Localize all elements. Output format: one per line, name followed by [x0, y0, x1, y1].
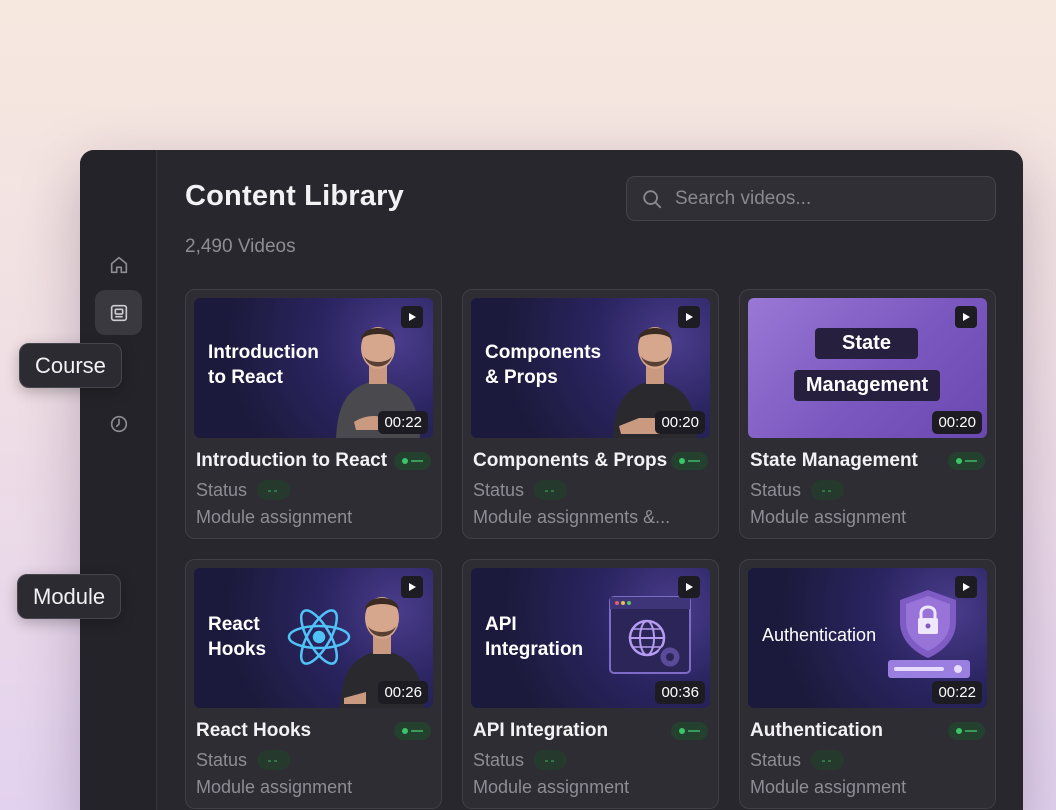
video-card[interactable]: Authentication 00:22 Authentication Stat…: [739, 559, 996, 809]
play-icon[interactable]: [401, 576, 423, 598]
status-toggle[interactable]: [671, 452, 708, 470]
video-thumbnail[interactable]: React Hooks 00:26: [194, 568, 433, 708]
page-title: Content Library: [185, 180, 404, 212]
content-library-window: Content Library 2,490 Videos Introductio…: [80, 150, 1023, 810]
status-toggle[interactable]: [948, 452, 985, 470]
sidebar-item-module[interactable]: [95, 401, 142, 446]
home-icon: [110, 256, 127, 273]
status-label: Status: [196, 480, 248, 500]
video-title[interactable]: Components & Props: [473, 450, 667, 472]
video-duration: 00:36: [655, 681, 705, 704]
video-duration: 00:20: [655, 411, 705, 434]
thumbnail-title-line: State: [815, 328, 918, 359]
status-toggle[interactable]: [948, 722, 985, 740]
status-badge: --: [257, 750, 290, 770]
video-duration: 00:22: [378, 411, 428, 434]
clock-icon: [110, 415, 127, 432]
search-icon: [643, 189, 662, 208]
play-icon[interactable]: [955, 576, 977, 598]
course-icon: [110, 304, 127, 321]
thumbnail-title: React Hooks: [208, 614, 267, 660]
status-badge: --: [534, 750, 567, 770]
thumbnail-title: API Integration: [485, 614, 584, 660]
video-thumbnail[interactable]: API Integration 00:36: [471, 568, 710, 708]
search-input[interactable]: [675, 187, 975, 210]
video-count: 2,490 Videos: [185, 236, 296, 257]
video-card[interactable]: Introduction to React 00:22 Introduction …: [185, 289, 442, 539]
status-label: Status: [750, 750, 802, 770]
tooltip-module: Module: [17, 574, 122, 619]
thumbnail-title: Introduction to React: [208, 342, 319, 388]
video-card[interactable]: API Integration 00:36 API Integration Sta…: [462, 559, 719, 809]
status-toggle[interactable]: [394, 452, 431, 470]
video-thumbnail[interactable]: Authentication 00:22: [748, 568, 987, 708]
status-badge: --: [811, 750, 844, 770]
sidebar-rail: [80, 150, 157, 810]
video-title[interactable]: Introduction to React: [196, 450, 387, 472]
video-title[interactable]: React Hooks: [196, 720, 311, 742]
video-title[interactable]: Authentication: [750, 720, 883, 742]
video-card[interactable]: React Hooks 00:26 React Hooks Status -- …: [185, 559, 442, 809]
module-assignment: Module assignment: [196, 507, 353, 527]
play-icon[interactable]: [678, 576, 700, 598]
status-toggle[interactable]: [394, 722, 431, 740]
module-assignment: Module assignment: [196, 777, 353, 797]
status-badge: --: [811, 480, 844, 500]
video-thumbnail[interactable]: Introduction to React 00:22: [194, 298, 433, 438]
video-thumbnail[interactable]: Components & Props 00:20: [471, 298, 710, 438]
video-title[interactable]: API Integration: [473, 720, 608, 742]
video-duration: 00:20: [932, 411, 982, 434]
module-assignment: Module assignment: [750, 777, 907, 797]
module-assignment: Module assignment: [473, 777, 630, 797]
status-badge: --: [257, 480, 290, 500]
video-duration: 00:22: [932, 681, 982, 704]
module-assignment: Module assignments &...: [473, 507, 671, 527]
browser-globe-gear-icon: [609, 596, 691, 674]
play-icon[interactable]: [401, 306, 423, 328]
thumbnail-title: Components & Props: [485, 342, 602, 388]
thumbnail-title: Authentication: [762, 625, 877, 645]
status-label: Status: [473, 750, 525, 770]
video-title[interactable]: State Management: [750, 450, 918, 472]
video-thumbnail[interactable]: State Management 00:20: [748, 298, 987, 438]
video-duration: 00:26: [378, 681, 428, 704]
status-toggle[interactable]: [671, 722, 708, 740]
play-icon[interactable]: [955, 306, 977, 328]
play-icon[interactable]: [678, 306, 700, 328]
status-label: Status: [196, 750, 248, 770]
status-label: Status: [750, 480, 802, 500]
shield-lock-icon: [900, 590, 956, 658]
module-assignment: Module assignment: [750, 507, 907, 527]
tooltip-course: Course: [19, 343, 122, 388]
status-badge: --: [534, 480, 567, 500]
login-bar-icon: [888, 660, 970, 678]
search-bar[interactable]: [626, 176, 996, 221]
sidebar-item-course[interactable]: [95, 290, 142, 335]
thumbnail-title-line: Management: [794, 370, 940, 401]
video-card[interactable]: State Management 00:20 State Management …: [739, 289, 996, 539]
sidebar-item-home[interactable]: [95, 242, 142, 287]
status-label: Status: [473, 480, 525, 500]
video-card[interactable]: Components & Props 00:20 Components & Pro…: [462, 289, 719, 539]
